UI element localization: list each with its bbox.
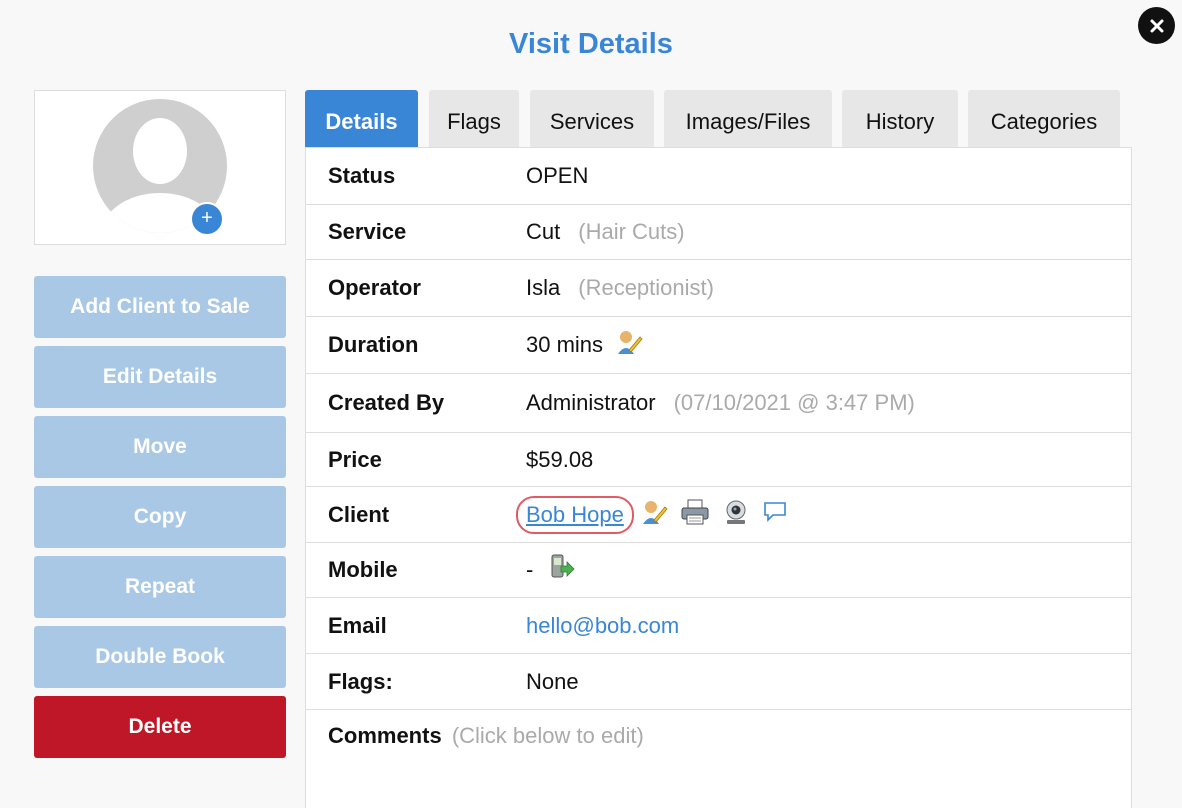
- email-row: Email hello@bob.com: [306, 598, 1131, 654]
- client-avatar: [34, 90, 286, 245]
- tab-images-files[interactable]: Images/Files: [664, 90, 832, 148]
- move-button[interactable]: Move: [34, 416, 286, 478]
- service-label: Service: [328, 219, 407, 244]
- add-client-to-sale-button[interactable]: Add Client to Sale: [34, 276, 286, 338]
- duration-row: Duration 30 mins: [306, 317, 1131, 374]
- tab-flags[interactable]: Flags: [429, 90, 519, 148]
- close-icon: [1150, 19, 1163, 32]
- mobile-value: -: [526, 557, 534, 582]
- price-value: $59.08: [526, 446, 594, 472]
- double-book-button[interactable]: Double Book: [34, 626, 286, 688]
- comments-section[interactable]: Comments (Click below to edit): [328, 723, 644, 749]
- duration-value: 30 mins: [526, 332, 604, 357]
- service-category: (Hair Cuts): [578, 219, 685, 244]
- operator-label: Operator: [328, 275, 421, 300]
- webcam-icon[interactable]: [722, 498, 750, 532]
- flags-row: Flags: None: [306, 654, 1131, 710]
- close-button[interactable]: [1138, 7, 1175, 44]
- operator-value: Isla: [526, 275, 561, 300]
- message-icon[interactable]: [762, 500, 788, 530]
- delete-button[interactable]: Delete: [34, 696, 286, 758]
- duration-label: Duration: [328, 332, 419, 357]
- email-label: Email: [328, 612, 387, 638]
- add-photo-button[interactable]: +: [190, 202, 224, 236]
- operator-row: Operator Isla (Receptionist): [306, 260, 1131, 317]
- mobile-row: Mobile -: [306, 543, 1131, 598]
- service-value: Cut: [526, 219, 561, 244]
- edit-duration-icon[interactable]: [615, 328, 643, 362]
- price-label: Price: [328, 446, 382, 472]
- tab-services[interactable]: Services: [530, 90, 654, 148]
- tab-details[interactable]: Details: [305, 90, 418, 148]
- tab-history[interactable]: History: [842, 90, 958, 148]
- created-by-label: Created By: [328, 390, 445, 415]
- created-timestamp: (07/10/2021 @ 3:47 PM): [673, 390, 915, 415]
- operator-role: (Receptionist): [578, 275, 714, 300]
- edit-details-button[interactable]: Edit Details: [34, 346, 286, 408]
- price-row: Price $59.08: [306, 433, 1131, 487]
- details-panel: Status OPEN Service Cut (Hair Cuts) Oper…: [305, 147, 1132, 808]
- send-sms-icon[interactable]: [549, 553, 575, 587]
- status-value: OPEN: [526, 163, 589, 188]
- comments-hint: (Click below to edit): [451, 723, 644, 748]
- repeat-button[interactable]: Repeat: [34, 556, 286, 618]
- tab-categories[interactable]: Categories: [968, 90, 1120, 148]
- comments-label: Comments: [328, 723, 442, 748]
- client-name-link[interactable]: Bob Hope: [516, 495, 634, 534]
- client-row: Client Bob Hope: [306, 487, 1131, 543]
- page-title: Visit Details: [509, 28, 673, 60]
- copy-button[interactable]: Copy: [34, 486, 286, 548]
- print-icon[interactable]: [680, 498, 710, 532]
- service-row: Service Cut (Hair Cuts): [306, 205, 1131, 260]
- flags-value: None: [526, 668, 579, 694]
- flags-label: Flags:: [328, 668, 393, 694]
- client-label: Client: [328, 501, 390, 527]
- status-label: Status: [328, 163, 396, 188]
- email-link[interactable]: hello@bob.com: [526, 613, 679, 639]
- created-by-row: Created By Administrator (07/10/2021 @ 3…: [306, 374, 1131, 433]
- status-row: Status OPEN: [306, 148, 1131, 205]
- edit-client-icon[interactable]: [640, 498, 668, 532]
- mobile-label: Mobile: [328, 557, 398, 582]
- created-by-value: Administrator: [526, 390, 656, 415]
